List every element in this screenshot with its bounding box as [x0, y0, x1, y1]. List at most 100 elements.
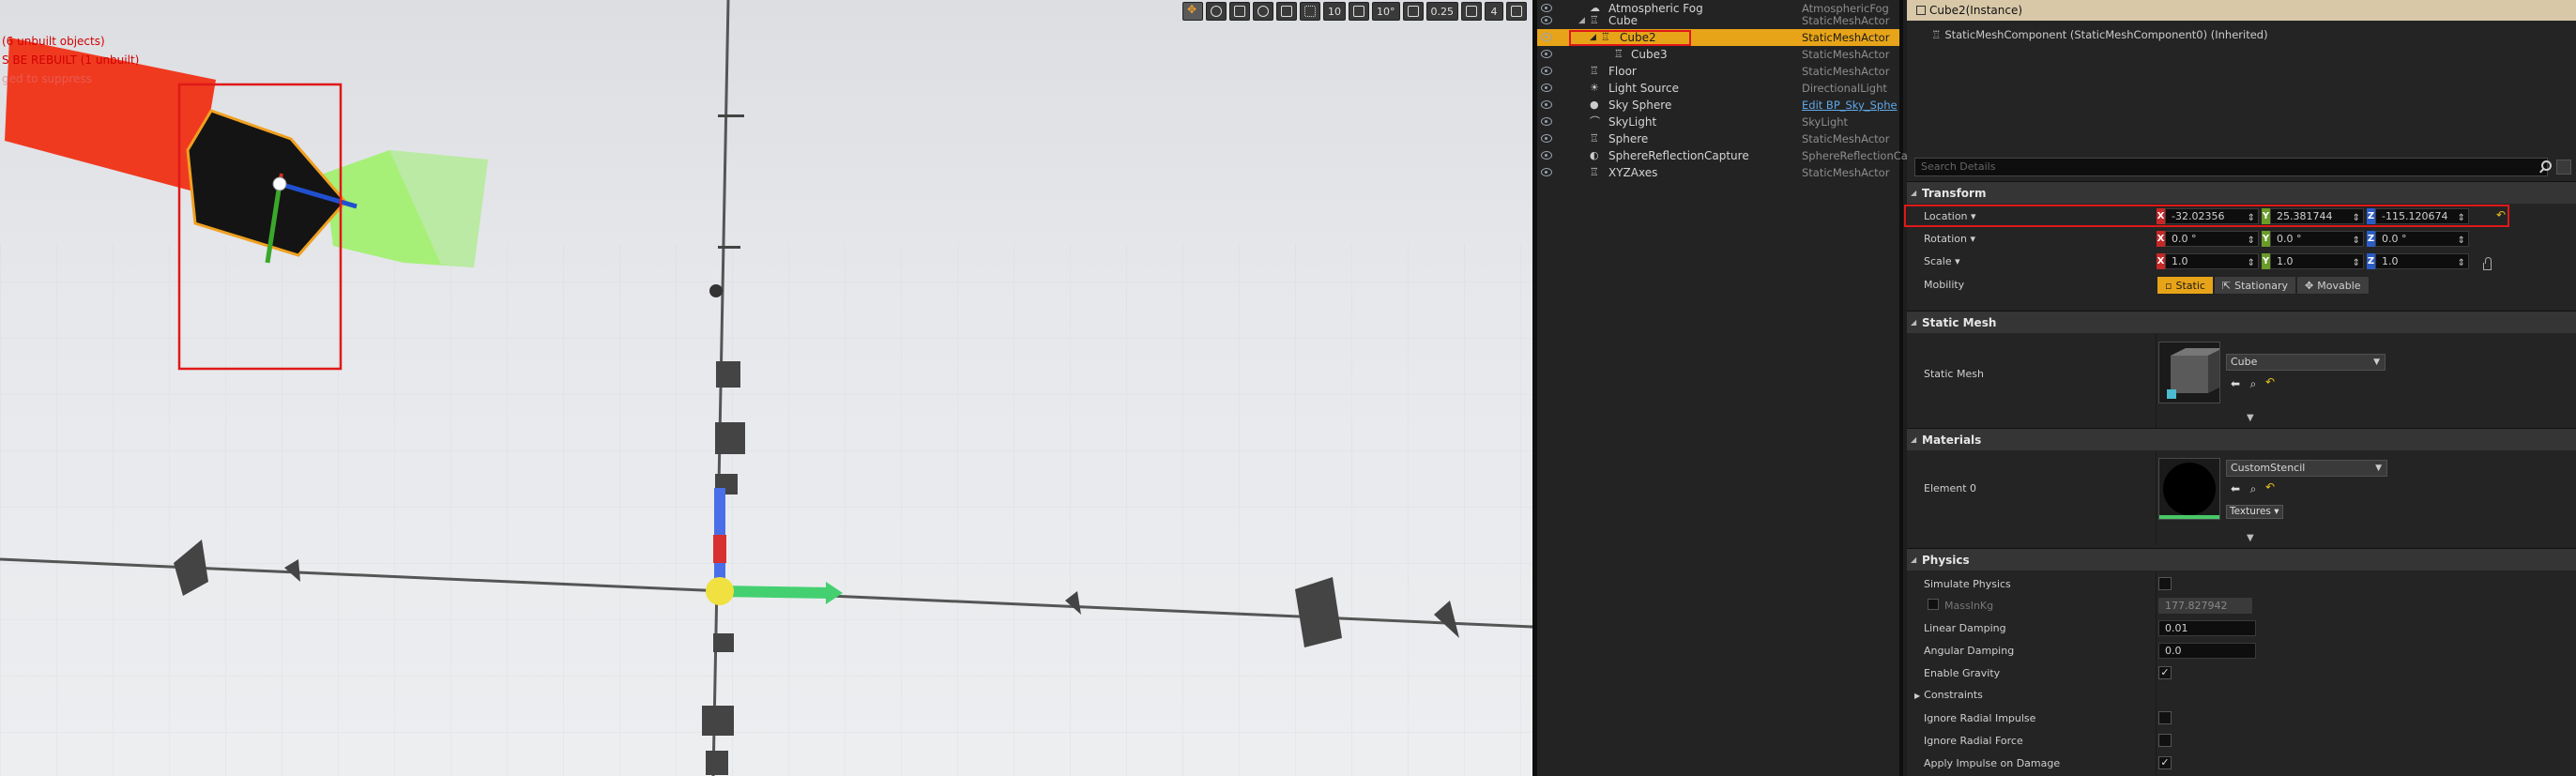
ignore-radial-force-checkbox[interactable]: [2158, 734, 2172, 747]
rotation-x[interactable]: X 0.0 ° ⇕: [2157, 231, 2259, 247]
use-selected-arrow-icon[interactable]: ⬅: [2229, 482, 2242, 495]
visibility-eye-icon[interactable]: [1541, 134, 1552, 143]
gizmo-center[interactable]: [272, 176, 287, 191]
visibility-eye-icon[interactable]: [1541, 50, 1552, 58]
rotation-z-field[interactable]: 0.0 ° ⇕: [2375, 231, 2469, 247]
outliner-row[interactable]: ⌒ SkyLight SkyLight: [1537, 114, 1899, 130]
camera-speed-value[interactable]: 4: [1485, 2, 1503, 21]
expand-advanced-icon[interactable]: ▼: [2247, 533, 2254, 543]
rotation-y[interactable]: Y 0.0 ° ⇕: [2262, 231, 2364, 247]
reset-to-default-icon[interactable]: ↶: [2265, 480, 2275, 494]
scale-z-field[interactable]: 1.0 ⇕: [2375, 253, 2469, 269]
small-sphere[interactable]: [709, 284, 723, 297]
physics-category[interactable]: Physics: [1907, 548, 2576, 571]
enable-gravity-checkbox[interactable]: ✓: [2158, 666, 2172, 679]
textures-dropdown[interactable]: Textures ▾: [2226, 505, 2283, 519]
outliner-row[interactable]: ◐ SphereReflectionCapture SphereReflecti…: [1537, 147, 1908, 164]
scale-z[interactable]: Z 1.0 ⇕: [2367, 253, 2469, 269]
scale-y[interactable]: Y 1.0 ⇕: [2262, 253, 2364, 269]
search-button[interactable]: [2539, 160, 2554, 175]
surface-snap-button[interactable]: [1276, 2, 1297, 21]
visibility-eye-icon[interactable]: [1541, 67, 1552, 75]
location-y[interactable]: Y 25.381744 ⇕: [2262, 208, 2364, 224]
edit-blueprint-link[interactable]: Edit BP_Sky_Sphe: [1802, 97, 1898, 114]
search-details-input[interactable]: Search Details: [1914, 158, 2548, 176]
angular-damping-field[interactable]: 0.0: [2158, 643, 2256, 659]
component-tree-item[interactable]: ♖ StaticMeshComponent (StaticMeshComponen…: [1931, 28, 2268, 41]
mass-override-checkbox[interactable]: [1928, 599, 1939, 610]
grid-snap-value[interactable]: 10: [1323, 2, 1346, 21]
location-z[interactable]: Z -115.120674 ⇕: [2367, 208, 2469, 224]
scale-snap-toggle[interactable]: [1402, 2, 1424, 21]
rotation-snap-toggle[interactable]: [1349, 2, 1369, 21]
origin-pivot[interactable]: [706, 577, 734, 605]
coordinate-system-button[interactable]: [1253, 2, 1273, 21]
outliner-row[interactable]: ◢ ♖ Cube StaticMeshActor: [1537, 12, 1899, 29]
transform-category[interactable]: Transform: [1907, 181, 2576, 205]
scale-y-field[interactable]: 1.0 ⇕: [2270, 253, 2364, 269]
rotate-tool-button[interactable]: [1206, 2, 1227, 21]
scene-canvas[interactable]: [0, 0, 1532, 776]
rotation-x-field[interactable]: 0.0 ° ⇕: [2165, 231, 2259, 247]
constraints-row[interactable]: ▶ Constraints: [1914, 689, 1983, 701]
rotation-z[interactable]: Z 0.0 ° ⇕: [2367, 231, 2469, 247]
scale-label[interactable]: Scale ▾: [1924, 255, 1960, 267]
visibility-eye-icon[interactable]: [1541, 151, 1552, 160]
outliner-row[interactable]: ♖ Sphere StaticMeshActor: [1537, 130, 1899, 147]
translate-tool-button[interactable]: [1182, 2, 1203, 21]
collapse-arrow-icon[interactable]: ◢: [1578, 12, 1585, 29]
material-thumbnail[interactable]: [2158, 458, 2220, 520]
origin-y-arrow[interactable]: [719, 586, 831, 599]
browse-search-icon[interactable]: ⌕: [2247, 482, 2260, 495]
simulate-physics-checkbox[interactable]: [2158, 577, 2172, 590]
outliner-row[interactable]: ♖ Cube3 StaticMeshActor: [1537, 46, 1899, 63]
location-z-field[interactable]: -115.120674 ⇕: [2375, 208, 2469, 224]
view-options-icon[interactable]: [2556, 160, 2571, 175]
visibility-eye-icon[interactable]: [1541, 4, 1552, 12]
use-selected-arrow-icon[interactable]: ⬅: [2229, 377, 2242, 390]
outliner-row[interactable]: ♖ XYZAxes StaticMeshActor: [1537, 164, 1899, 181]
outliner-row[interactable]: ☀ Light Source DirectionalLight: [1537, 80, 1899, 97]
material-combo[interactable]: CustomStencil ▼: [2226, 460, 2387, 477]
scale-snap-value[interactable]: 0.25: [1425, 2, 1458, 21]
rotation-snap-value[interactable]: 10°: [1372, 2, 1400, 21]
selected-cube[interactable]: [186, 109, 347, 257]
camera-speed-button[interactable]: [1461, 2, 1482, 21]
grid-snap-toggle[interactable]: [1300, 2, 1320, 21]
static-mesh-combo[interactable]: Cube ▼: [2226, 354, 2385, 371]
outliner-row[interactable]: ● Sky Sphere Edit BP_Sky_Sphe: [1537, 97, 1899, 114]
visibility-eye-icon[interactable]: [1541, 84, 1552, 92]
visibility-eye-icon[interactable]: [1541, 117, 1552, 126]
materials-category[interactable]: Materials: [1907, 428, 2576, 451]
rotation-label[interactable]: Rotation ▾: [1924, 233, 1975, 245]
mobility-movable-button[interactable]: ✥ Movable: [2296, 276, 2370, 295]
static-mesh-category[interactable]: Static Mesh: [1907, 311, 2576, 334]
visibility-eye-icon[interactable]: [1541, 16, 1552, 24]
reset-to-default-icon[interactable]: ↶: [2265, 375, 2275, 388]
static-mesh-thumbnail[interactable]: [2158, 342, 2223, 403]
location-label[interactable]: Location ▾: [1924, 210, 1976, 222]
ignore-radial-impulse-checkbox[interactable]: [2158, 711, 2172, 724]
location-x-field[interactable]: -32.02356 ⇕: [2165, 208, 2259, 224]
apply-impulse-checkbox[interactable]: ✓: [2158, 756, 2172, 769]
reset-to-default-icon[interactable]: ↶: [2496, 208, 2506, 221]
linear-damping-field[interactable]: 0.01: [2158, 620, 2256, 636]
location-x[interactable]: X -32.02356 ⇕: [2157, 208, 2259, 224]
scale-tool-button[interactable]: [1229, 2, 1250, 21]
expand-advanced-icon[interactable]: ▼: [2247, 413, 2254, 423]
lock-icon[interactable]: [2483, 257, 2492, 270]
rotation-y-field[interactable]: 0.0 ° ⇕: [2270, 231, 2364, 247]
visibility-eye-icon[interactable]: [1541, 168, 1552, 176]
visibility-eye-icon[interactable]: [1541, 33, 1552, 41]
level-viewport[interactable]: (6 unbuilt objects) S BE REBUILT (1 unbu…: [0, 0, 1532, 776]
browse-search-icon[interactable]: ⌕: [2247, 377, 2260, 390]
mobility-stationary-button[interactable]: ⇱ Stationary: [2213, 276, 2297, 295]
mobility-static-button[interactable]: ▫ Static: [2157, 276, 2214, 295]
location-y-field[interactable]: 25.381744 ⇕: [2270, 208, 2364, 224]
outliner-row[interactable]: ♖ Floor StaticMeshActor: [1537, 63, 1899, 80]
origin-x-arrow[interactable]: [713, 535, 726, 563]
maximize-viewport-button[interactable]: [1506, 2, 1527, 21]
scale-x-field[interactable]: 1.0 ⇕: [2165, 253, 2259, 269]
scale-x[interactable]: X 1.0 ⇕: [2157, 253, 2259, 269]
visibility-eye-icon[interactable]: [1541, 100, 1552, 109]
